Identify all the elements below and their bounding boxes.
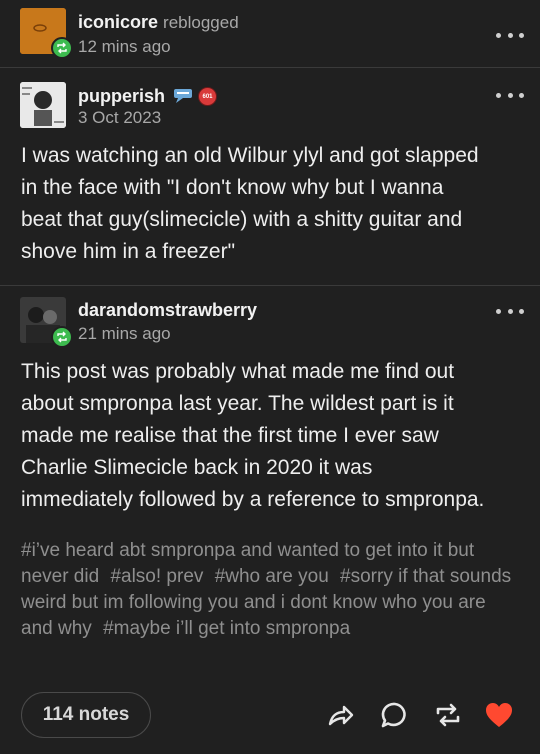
reply-icon[interactable]: [380, 700, 410, 730]
op-menu-button[interactable]: [496, 90, 524, 100]
blue-sticker-icon: [174, 89, 192, 103]
reply-username[interactable]: darandomstrawberry: [78, 300, 257, 320]
op-post-text: I was watching an old Wilbur ylyl and go…: [21, 144, 479, 263]
reply-post-text: This post was probably what made me find…: [21, 360, 485, 511]
reblog-badge-icon: [57, 42, 67, 54]
dot: [507, 92, 513, 98]
dot: [496, 32, 501, 38]
dot: [496, 92, 501, 98]
heart-icon[interactable]: [484, 700, 514, 730]
reply-reblog-badge: [51, 326, 73, 348]
reblog-icon[interactable]: [433, 700, 463, 730]
reblogger-username[interactable]: iconicore: [78, 12, 158, 32]
dot: [519, 32, 524, 38]
divider: [0, 285, 540, 286]
reply-menu-button[interactable]: [496, 306, 524, 316]
tag-link[interactable]: #who are you: [215, 566, 329, 587]
reply-username-line: darandomstrawberry: [78, 300, 257, 321]
tag-link[interactable]: #maybe i’ll get into smpronpa: [103, 618, 350, 639]
op-avatar[interactable]: [20, 82, 66, 128]
op-avatar-image: [20, 82, 66, 128]
reblog-badge-icon: [57, 331, 67, 343]
tag-link[interactable]: #also! prev: [110, 566, 203, 587]
reblogged-label: reblogged: [163, 13, 239, 32]
op-date: 3 Oct 2023: [78, 108, 162, 127]
reply-time: 21 mins ago: [78, 324, 171, 343]
dot: [507, 308, 513, 314]
dot: [507, 32, 513, 38]
notes-button[interactable]: 114 notes: [21, 692, 151, 738]
reblogger-username-line: iconicore reblogged: [78, 12, 239, 33]
op-username[interactable]: pupperish: [78, 86, 165, 106]
red-badge-text: 601: [202, 93, 213, 100]
op-username-line: pupperish: [78, 86, 165, 107]
post-menu-button[interactable]: [496, 30, 524, 40]
share-icon[interactable]: [326, 700, 356, 730]
dot: [519, 92, 524, 98]
dot: [496, 308, 501, 314]
dot: [519, 308, 524, 314]
tag-list: #i’ve heard abt smpronpa and wanted to g…: [21, 538, 516, 642]
reblog-badge: [51, 37, 73, 59]
divider: [0, 67, 540, 68]
reblog-time: 12 mins ago: [78, 37, 171, 56]
red-badge-icon: 601: [198, 87, 217, 106]
